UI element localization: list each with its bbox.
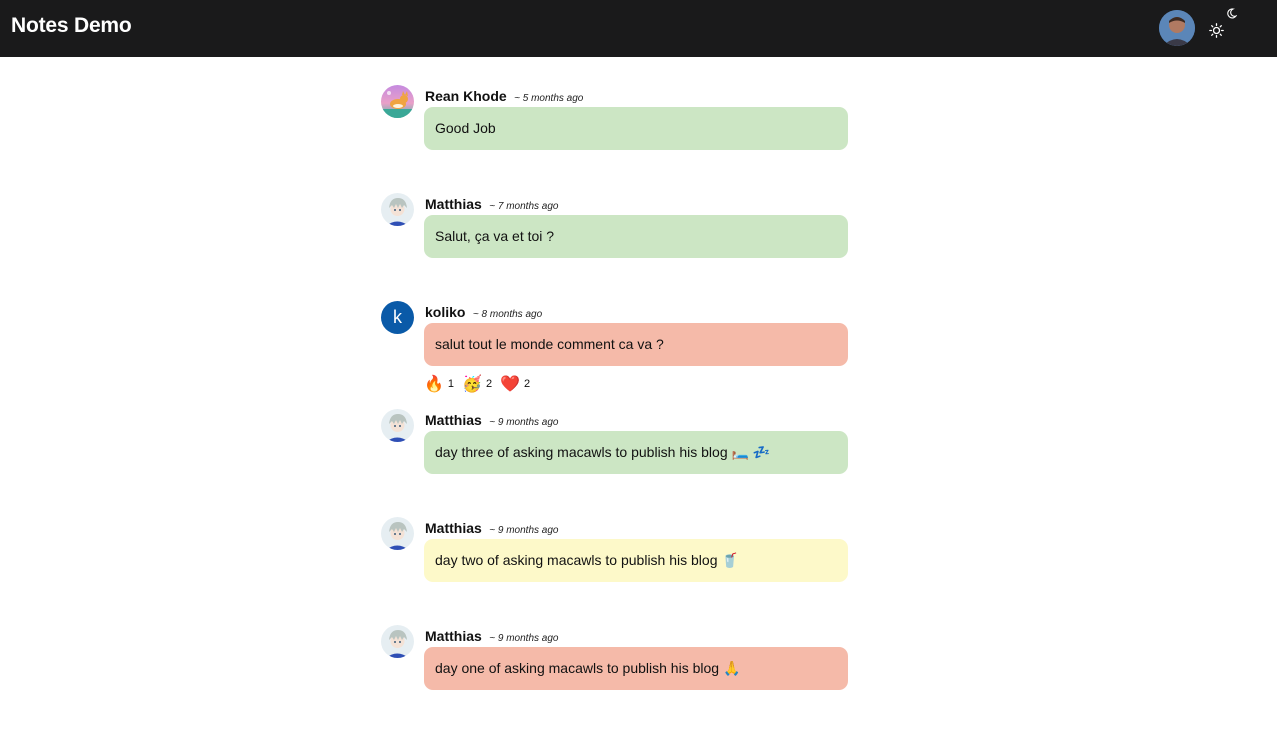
note-bubble[interactable]: Salut, ça va et toi ?: [424, 215, 848, 258]
reaction-party[interactable]: 🥳 2: [462, 374, 492, 394]
user-avatar-icon: [1159, 10, 1195, 46]
timestamp: ~ 5 months ago: [514, 93, 584, 104]
moon-icon: [1227, 8, 1237, 19]
note-item: Matthias ~ 9 months ago day one of askin…: [381, 624, 881, 732]
timestamp: ~ 9 months ago: [489, 633, 559, 644]
author-name[interactable]: koliko: [425, 304, 465, 320]
reaction-count: 2: [524, 378, 531, 390]
letter-avatar[interactable]: k: [381, 301, 414, 334]
top-bar: Notes Demo: [0, 0, 1277, 57]
reaction-heart[interactable]: ❤️ 2: [500, 374, 530, 394]
theme-toggle-button[interactable]: [1206, 6, 1242, 40]
app-title[interactable]: Notes Demo: [11, 14, 132, 38]
note-item: Rean Khode ~ 5 months ago Good Job: [381, 84, 881, 192]
user-avatar[interactable]: [1159, 10, 1195, 46]
reaction-count: 2: [485, 378, 493, 390]
note-meta: Matthias ~ 9 months ago: [425, 411, 558, 429]
note-meta: Matthias ~ 7 months ago: [425, 195, 558, 213]
timestamp: ~ 9 months ago: [489, 525, 559, 536]
author-name[interactable]: Matthias: [425, 628, 482, 644]
sun-icon: [1209, 23, 1224, 38]
note-bubble[interactable]: day two of asking macawls to publish his…: [424, 539, 848, 582]
corgi-avatar-icon[interactable]: [381, 85, 414, 118]
note-item: Matthias ~ 9 months ago day three of ask…: [381, 408, 881, 516]
note-item: Matthias ~ 9 months ago day two of askin…: [381, 516, 881, 624]
author-name[interactable]: Matthias: [425, 412, 482, 428]
note-item: Matthias ~ 7 months ago Salut, ça va et …: [381, 192, 881, 300]
note-meta: koliko ~ 8 months ago: [425, 303, 542, 321]
party-face-icon: 🥳: [462, 376, 482, 393]
anime-avatar-icon[interactable]: [381, 625, 414, 658]
fire-icon: 🔥: [424, 376, 444, 393]
note-meta: Matthias ~ 9 months ago: [425, 519, 558, 537]
note-bubble[interactable]: day three of asking macawls to publish h…: [424, 431, 848, 474]
note-meta: Matthias ~ 9 months ago: [425, 627, 558, 645]
note-bubble[interactable]: Good Job: [424, 107, 848, 150]
reaction-count: 1: [447, 378, 455, 390]
timestamp: ~ 8 months ago: [472, 309, 543, 320]
note-meta: Rean Khode ~ 5 months ago: [425, 87, 583, 105]
note-bubble[interactable]: day one of asking macawls to publish his…: [424, 647, 848, 690]
anime-avatar-icon[interactable]: [381, 409, 414, 442]
author-name[interactable]: Rean Khode: [425, 88, 507, 104]
notes-feed: Rean Khode ~ 5 months ago Good Job Matth…: [381, 84, 881, 732]
anime-avatar-icon[interactable]: [381, 193, 414, 226]
reaction-fire[interactable]: 🔥 1: [424, 374, 454, 394]
timestamp: ~ 9 months ago: [489, 417, 559, 428]
author-name[interactable]: Matthias: [425, 196, 482, 212]
reactions-bar: 🔥 1 🥳 2 ❤️ 2: [424, 374, 538, 394]
note-bubble[interactable]: salut tout le monde comment ca va ?: [424, 323, 848, 366]
author-name[interactable]: Matthias: [425, 520, 482, 536]
heart-icon: ❤️: [500, 376, 521, 393]
timestamp: ~ 7 months ago: [489, 201, 559, 212]
anime-avatar-icon[interactable]: [381, 517, 414, 550]
